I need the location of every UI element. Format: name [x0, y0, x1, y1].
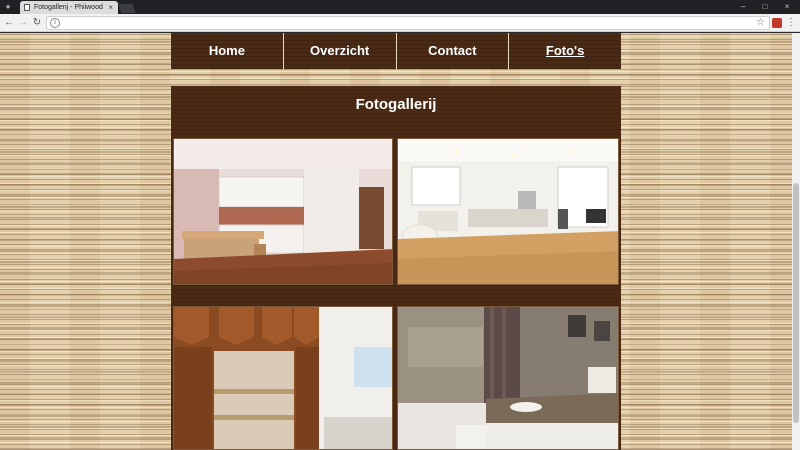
tab-title: Fotogallerij - Phiiwood — [34, 4, 103, 11]
page-container: Home Overzicht Contact Foto's Fotogaller… — [171, 33, 621, 450]
info-icon[interactable]: i — [50, 18, 60, 28]
profile-icon[interactable]: ● — [3, 2, 13, 12]
page-icon — [24, 4, 30, 11]
nav-fotos[interactable]: Foto's — [509, 33, 621, 69]
gallery-photo-kitchen-2[interactable] — [397, 138, 619, 285]
bookmark-star-icon[interactable]: ☆ — [756, 17, 765, 29]
gallery-photo-bathroom[interactable] — [397, 306, 619, 450]
forward-icon[interactable]: → — [17, 16, 29, 30]
back-icon[interactable]: ← — [3, 16, 15, 30]
main-nav: Home Overzicht Contact Foto's — [171, 33, 621, 69]
new-tab-button[interactable] — [118, 4, 136, 13]
scrollbar-thumb[interactable] — [793, 183, 799, 423]
gallery-photo-kitchen-1[interactable] — [173, 138, 393, 285]
gallery-title: Fotogallerij — [355, 96, 437, 113]
page-scrollbar[interactable] — [792, 33, 800, 450]
browser-toolbar: ← → ↻ i ☆ ⋮ — [0, 14, 800, 32]
page-viewport: Home Overzicht Contact Foto's Fotogaller… — [0, 33, 792, 450]
close-tab-icon[interactable]: × — [108, 3, 113, 12]
gallery-photo-cabinet[interactable] — [173, 306, 393, 450]
nav-home[interactable]: Home — [171, 33, 284, 69]
close-window-button[interactable]: × — [774, 0, 800, 14]
browser-tab-bar: ● Fotogallerij - Phiiwood × – □ × — [0, 0, 800, 14]
nav-overzicht[interactable]: Overzicht — [283, 33, 397, 69]
reload-icon[interactable]: ↻ — [31, 16, 43, 30]
nav-contact[interactable]: Contact — [396, 33, 510, 69]
menu-icon[interactable]: ⋮ — [786, 16, 796, 30]
extension-icon[interactable] — [772, 18, 782, 28]
browser-tab[interactable]: Fotogallerij - Phiiwood × — [20, 1, 118, 14]
address-bar[interactable]: i ☆ — [46, 16, 770, 30]
photo-gallery: Fotogallerij — [171, 86, 621, 450]
